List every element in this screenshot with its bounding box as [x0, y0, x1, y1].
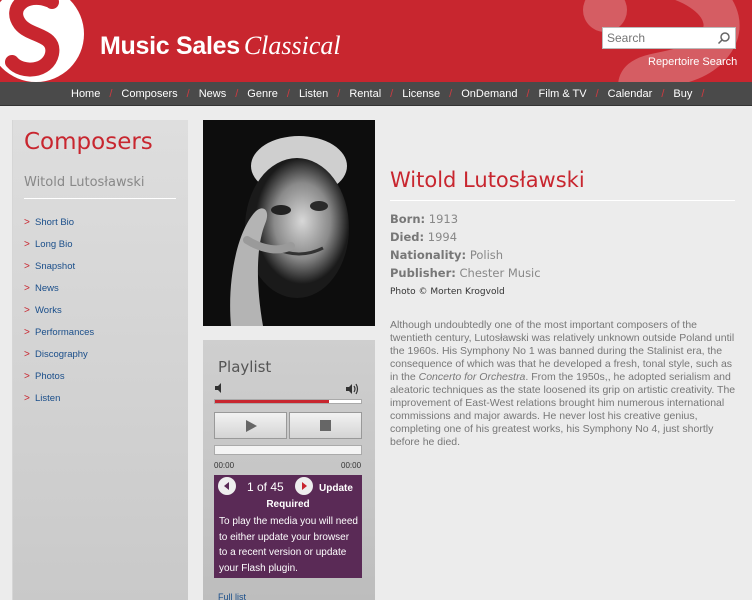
composer-facts: Born: 1913 Died: 1994 Nationality: Polis…	[390, 210, 541, 282]
sidebar-item-photos[interactable]: > Photos	[24, 365, 94, 387]
sidebar-item-listen[interactable]: > Listen	[24, 387, 94, 409]
sidebar-item-discography[interactable]: > Discography	[24, 343, 94, 365]
brand-sub-text: Classical	[243, 31, 341, 60]
site-header: Music SalesClassical Repertoire Search	[0, 0, 752, 82]
nav-license[interactable]: License	[393, 88, 449, 100]
update-label: Update	[319, 483, 353, 494]
search-box	[602, 27, 736, 49]
sidebar-item-news[interactable]: > News	[24, 277, 94, 299]
nationality-label: Nationality:	[390, 248, 467, 262]
born-label: Born:	[390, 212, 426, 226]
stop-icon	[320, 420, 331, 431]
nav-composers[interactable]: Composers	[112, 88, 186, 100]
playlist-title: Playlist	[218, 358, 272, 376]
nav-separator: /	[701, 88, 705, 100]
composer-bio: Although undoubtedly one of the most imp…	[390, 319, 740, 449]
stop-button[interactable]	[289, 412, 362, 439]
play-icon	[245, 419, 257, 432]
search-icon[interactable]	[717, 31, 731, 45]
nationality-value: Polish	[469, 248, 504, 262]
sidebar-link[interactable]: News	[35, 283, 59, 294]
chevron-right-icon: >	[24, 392, 30, 404]
update-required-box: 1 of 45 Update Required To play the medi…	[214, 475, 362, 578]
next-track-button[interactable]	[295, 477, 313, 495]
seek-bar[interactable]	[214, 445, 362, 455]
publisher-label: Publisher:	[390, 266, 456, 280]
chevron-right-icon: >	[24, 348, 30, 360]
bio-work-title: Concerto for Orchestra	[418, 371, 526, 383]
died-value: 1994	[427, 230, 458, 244]
chevron-right-icon: >	[24, 216, 30, 228]
fact-publisher: Publisher: Chester Music	[390, 264, 541, 282]
search-input[interactable]	[603, 28, 713, 48]
full-list-link[interactable]: Full list	[218, 592, 246, 600]
arrow-left-icon	[224, 482, 229, 490]
time-elapsed: 00:00	[214, 461, 235, 470]
nav-home[interactable]: Home	[62, 88, 109, 100]
nav-calendar[interactable]: Calendar	[599, 88, 662, 100]
chevron-right-icon: >	[24, 304, 30, 316]
brand-main-text: Music Sales	[100, 32, 240, 60]
composer-sidebar: Composers Witold Lutosławski > Short Bio …	[12, 120, 188, 600]
sidebar-link[interactable]: Listen	[35, 393, 60, 404]
sidebar-link[interactable]: Photos	[35, 371, 65, 382]
volume-high-icon[interactable]	[345, 383, 359, 395]
composer-name-heading: Witold Lutosławski	[390, 168, 585, 192]
sidebar-item-works[interactable]: > Works	[24, 299, 94, 321]
born-value: 1913	[428, 212, 459, 226]
photo-credit: Photo © Morten Krogvold	[390, 287, 505, 297]
chevron-right-icon: >	[24, 370, 30, 382]
fact-died: Died: 1994	[390, 228, 541, 246]
sidebar-link[interactable]: Snapshot	[35, 261, 75, 272]
previous-track-button[interactable]	[218, 477, 236, 495]
repertoire-search-link[interactable]: Repertoire Search	[648, 56, 737, 68]
chevron-right-icon: >	[24, 326, 30, 338]
fact-nationality: Nationality: Polish	[390, 246, 541, 264]
play-button[interactable]	[214, 412, 287, 439]
sidebar-links: > Short Bio > Long Bio > Snapshot > News > Wo…	[24, 211, 94, 409]
track-counter: 1 of 45	[247, 480, 284, 494]
chevron-right-icon: >	[24, 238, 30, 250]
composer-portrait	[203, 120, 375, 326]
nav-rental[interactable]: Rental	[340, 88, 390, 100]
sidebar-item-short-bio[interactable]: > Short Bio	[24, 211, 94, 233]
nav-film-tv[interactable]: Film & TV	[530, 88, 596, 100]
nav-buy[interactable]: Buy	[664, 88, 701, 100]
nav-genre[interactable]: Genre	[238, 88, 287, 100]
volume-level	[215, 400, 329, 403]
publisher-value: Chester Music	[459, 266, 541, 280]
heading-divider	[390, 200, 735, 201]
sidebar-link[interactable]: Short Bio	[35, 217, 74, 228]
sidebar-link[interactable]: Discography	[35, 349, 88, 360]
sidebar-item-long-bio[interactable]: > Long Bio	[24, 233, 94, 255]
arrow-right-icon	[302, 482, 307, 490]
sidebar-link[interactable]: Long Bio	[35, 239, 73, 250]
sidebar-link[interactable]: Performances	[35, 327, 94, 338]
nav-listen[interactable]: Listen	[290, 88, 337, 100]
sidebar-title: Composers	[24, 129, 153, 155]
music-sales-logo-icon[interactable]	[0, 0, 86, 82]
main-nav: Home / Composers / News / Genre / Listen / Re…	[0, 82, 752, 106]
chevron-right-icon: >	[24, 282, 30, 294]
volume-low-icon[interactable]	[214, 383, 224, 393]
died-label: Died:	[390, 230, 425, 244]
site-brand[interactable]: Music Sales Classical	[100, 31, 341, 61]
nav-ondemand[interactable]: OnDemand	[452, 88, 526, 100]
required-label: Required	[266, 499, 310, 510]
composer-portrait-image	[203, 120, 375, 326]
nav-list: Home / Composers / News / Genre / Listen / Re…	[62, 82, 704, 106]
chevron-right-icon: >	[24, 260, 30, 272]
update-message: To play the media you will need to eithe…	[219, 516, 358, 574]
sidebar-link[interactable]: Works	[35, 305, 62, 316]
time-duration: 00:00	[341, 461, 362, 470]
sidebar-item-snapshot[interactable]: > Snapshot	[24, 255, 94, 277]
playlist-panel: Playlist 00:00 00:00 1 of 45 Update Requ…	[203, 340, 375, 600]
sidebar-composer-name: Witold Lutosławski	[24, 175, 145, 190]
nav-news[interactable]: News	[190, 88, 236, 100]
sidebar-item-performances[interactable]: > Performances	[24, 321, 94, 343]
sidebar-divider	[24, 198, 176, 199]
fact-born: Born: 1913	[390, 210, 541, 228]
volume-slider[interactable]	[214, 399, 362, 404]
